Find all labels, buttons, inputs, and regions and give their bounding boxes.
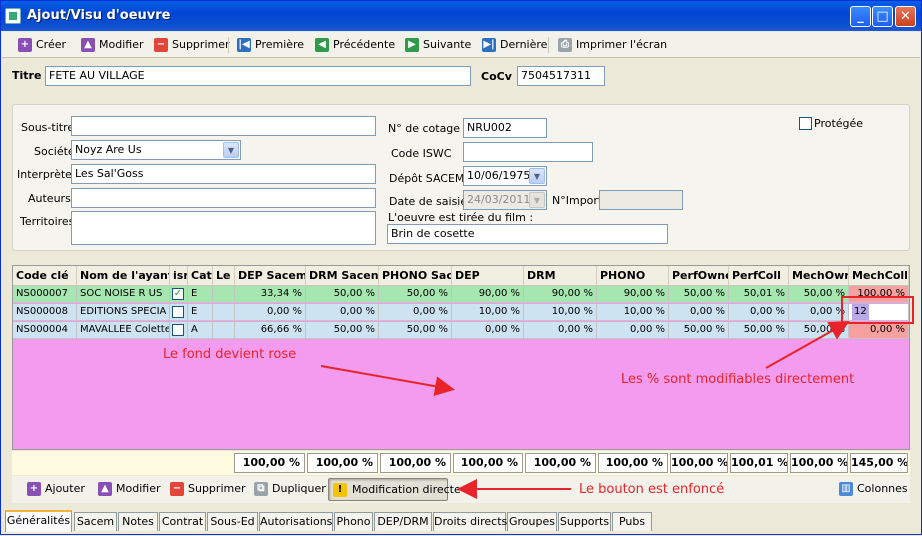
arrow-to-edited-cell (765, 321, 850, 369)
arrow-to-pink-area (320, 365, 455, 397)
main-window: Ajout/Visu d'oeuvre _ □ ✕ + Créer ▲ Modi… (0, 0, 922, 535)
annotation-arrows (320, 321, 850, 499)
